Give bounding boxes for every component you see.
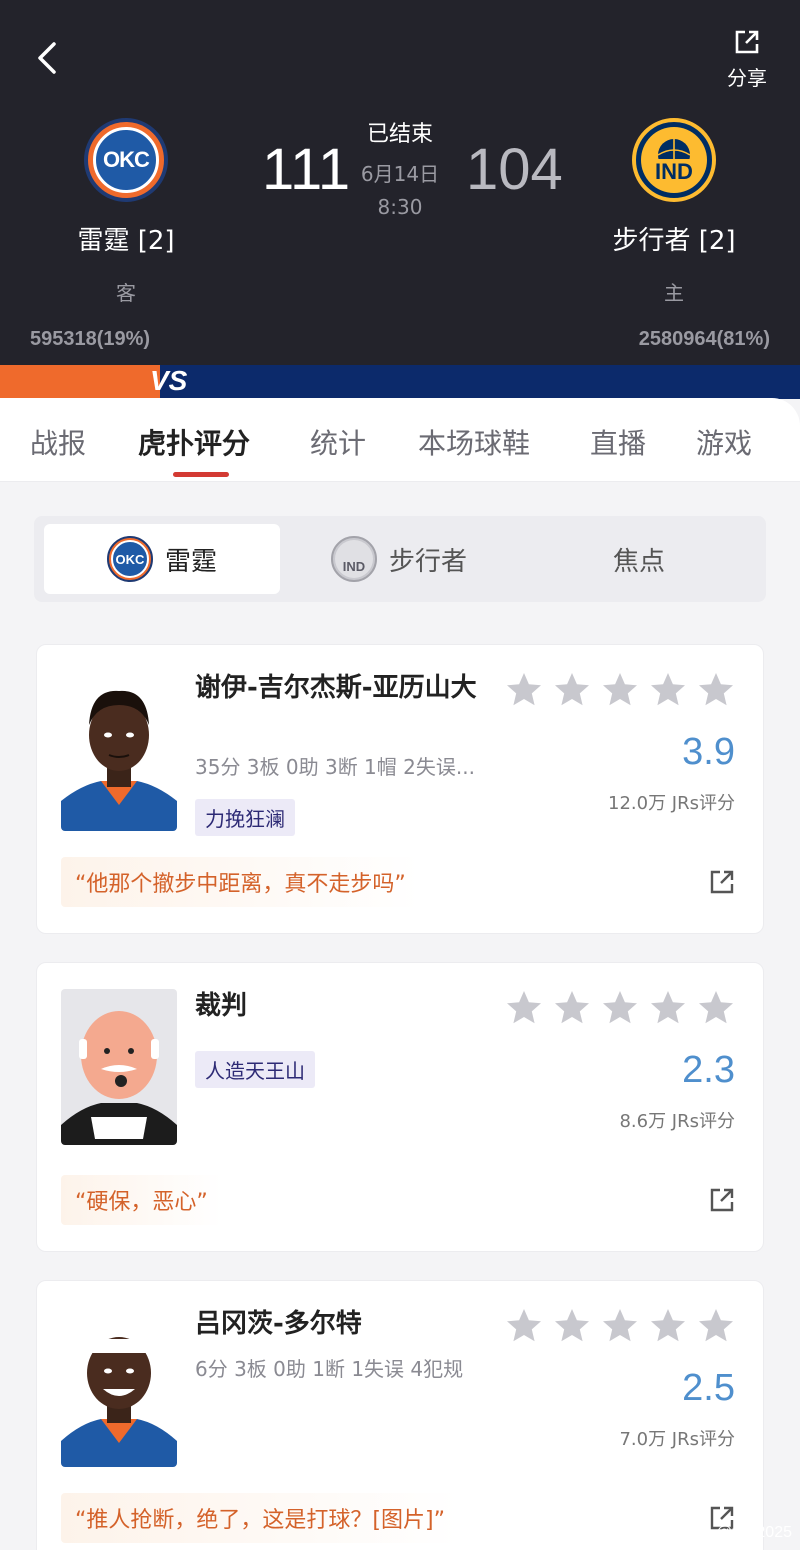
support-bar: VS xyxy=(0,365,800,399)
share-button[interactable]: 分享 xyxy=(722,28,772,90)
star-icon[interactable] xyxy=(553,1307,591,1345)
open-external-icon[interactable] xyxy=(709,869,735,895)
top-comment[interactable]: “推人抢断，绝了，这是打球？[图片]” xyxy=(61,1493,459,1543)
tab-live[interactable]: 直播 xyxy=(590,422,646,462)
home-support-bar xyxy=(160,365,800,399)
home-team[interactable]: IND 步行者 [2] 主 xyxy=(584,118,764,306)
star-icon[interactable] xyxy=(697,671,735,709)
filter-ind[interactable]: IND 步行者 xyxy=(284,524,514,594)
player-tag: 力挽狂澜 xyxy=(195,799,295,836)
player-avatar xyxy=(61,1311,177,1467)
filter-focus-label: 焦点 xyxy=(612,546,665,577)
game-time: 8:30 xyxy=(377,195,423,219)
home-team-name: 步行者 [2] xyxy=(612,226,736,256)
star-icon[interactable] xyxy=(505,671,543,709)
player-rating: 3.9 xyxy=(682,731,735,773)
filter-ind-label: 步行者 xyxy=(388,546,467,577)
filter-okc-label: 雷霆 xyxy=(164,546,217,577)
home-team-role: 主 xyxy=(664,281,684,305)
top-comment[interactable]: “硬保，恶心” xyxy=(61,1175,222,1225)
away-score: 111 xyxy=(262,137,351,202)
star-icon[interactable] xyxy=(505,989,543,1027)
tab-stats[interactable]: 统计 xyxy=(310,422,366,462)
player-rating: 2.3 xyxy=(682,1049,735,1091)
star-rating-input[interactable] xyxy=(505,989,735,1027)
tab-games[interactable]: 游戏 xyxy=(696,422,752,462)
star-rating-input[interactable] xyxy=(505,671,735,709)
active-tab-indicator xyxy=(173,472,229,477)
back-button[interactable] xyxy=(30,38,66,78)
open-external-icon[interactable] xyxy=(709,1187,735,1213)
player-card[interactable]: 谢伊-吉尔杰斯-亚历山大 35分 3板 0助 3断 1帽 2失误... 力挽狂澜… xyxy=(36,644,764,934)
player-name: 吕冈茨-多尔特 xyxy=(195,1309,362,1339)
away-support-bar xyxy=(0,365,160,399)
tab-shoes[interactable]: 本场球鞋 xyxy=(418,422,530,462)
game-status: 已结束 6月14日 8:30 xyxy=(340,116,460,219)
home-support-count: 2580964(81%) xyxy=(638,328,770,350)
share-icon xyxy=(735,30,759,54)
game-header: 分享 OKC 雷霆 [2] 客 111 已结束 6月14日 8:30 104 I… xyxy=(0,0,800,365)
star-rating-input[interactable] xyxy=(505,1307,735,1345)
star-icon[interactable] xyxy=(553,989,591,1027)
star-icon[interactable] xyxy=(601,989,639,1027)
rating-count: 7.0万 JRs评分 xyxy=(619,1429,735,1450)
player-avatar xyxy=(61,675,177,831)
top-comment[interactable]: “他那个撤步中距离，真不走步吗” xyxy=(61,857,420,907)
rating-count: 12.0万 JRs评分 xyxy=(608,793,735,814)
tab-hupu-rating[interactable]: 虎扑评分 xyxy=(138,422,250,462)
chevron-left-icon xyxy=(38,42,56,74)
share-label: 分享 xyxy=(727,66,767,90)
away-team-name: 雷霆 [2] xyxy=(77,226,175,256)
star-icon[interactable] xyxy=(601,1307,639,1345)
filter-okc[interactable]: OKC 雷霆 xyxy=(44,524,280,594)
star-icon[interactable] xyxy=(649,671,687,709)
player-rating: 2.5 xyxy=(682,1367,735,1409)
player-name: 谢伊-吉尔杰斯-亚历山大 xyxy=(195,673,477,703)
player-card[interactable]: 吕冈茨-多尔特 6分 3板 0助 1断 1失误 4犯规 2.5 7.0万 JRs… xyxy=(36,1280,764,1550)
away-support-count: 595318(19%) xyxy=(30,328,151,350)
tab-report[interactable]: 战报 xyxy=(30,422,86,462)
ind-logo-icon: IND xyxy=(632,118,716,202)
star-icon[interactable] xyxy=(553,671,591,709)
player-stats: 35分 3板 0助 3断 1帽 2失误... xyxy=(195,755,475,779)
star-icon[interactable] xyxy=(601,671,639,709)
star-icon[interactable] xyxy=(697,989,735,1027)
okc-logo-icon: OKC xyxy=(106,536,153,582)
rating-count: 8.6万 JRs评分 xyxy=(619,1111,735,1132)
away-team-role: 客 xyxy=(116,281,136,305)
player-card[interactable]: 裁判 人造天王山 2.3 8.6万 JRs评分 “硬保，恶心” xyxy=(36,962,764,1252)
page: 分享 OKC 雷霆 [2] 客 111 已结束 6月14日 8:30 104 I… xyxy=(0,0,800,1550)
tab-bar: 战报 虎扑评分 统计 本场球鞋 直播 游戏 xyxy=(0,398,800,482)
okc-logo-icon: OKC xyxy=(84,118,168,202)
star-icon[interactable] xyxy=(505,1307,543,1345)
basketball-icon xyxy=(657,139,691,159)
team-filter: OKC 雷霆 IND 步行者 焦点 xyxy=(34,516,766,602)
watermark: @win2025 xyxy=(716,1524,792,1541)
star-icon[interactable] xyxy=(697,1307,735,1345)
status-text: 已结束 xyxy=(366,122,433,147)
player-name: 裁判 xyxy=(195,991,248,1021)
filter-focus[interactable]: 焦点 xyxy=(524,524,754,594)
game-date: 6月14日 xyxy=(360,162,440,186)
player-stats: 6分 3板 0助 1断 1失误 4犯规 xyxy=(195,1357,464,1381)
away-team[interactable]: OKC 雷霆 [2] 客 xyxy=(36,118,216,306)
player-tag: 人造天王山 xyxy=(195,1051,315,1088)
ind-logo-icon: IND xyxy=(330,536,377,582)
home-score: 104 xyxy=(466,137,563,202)
star-icon[interactable] xyxy=(649,1307,687,1345)
vs-label: VS xyxy=(150,365,188,396)
referee-avatar xyxy=(61,989,177,1145)
star-icon[interactable] xyxy=(649,989,687,1027)
